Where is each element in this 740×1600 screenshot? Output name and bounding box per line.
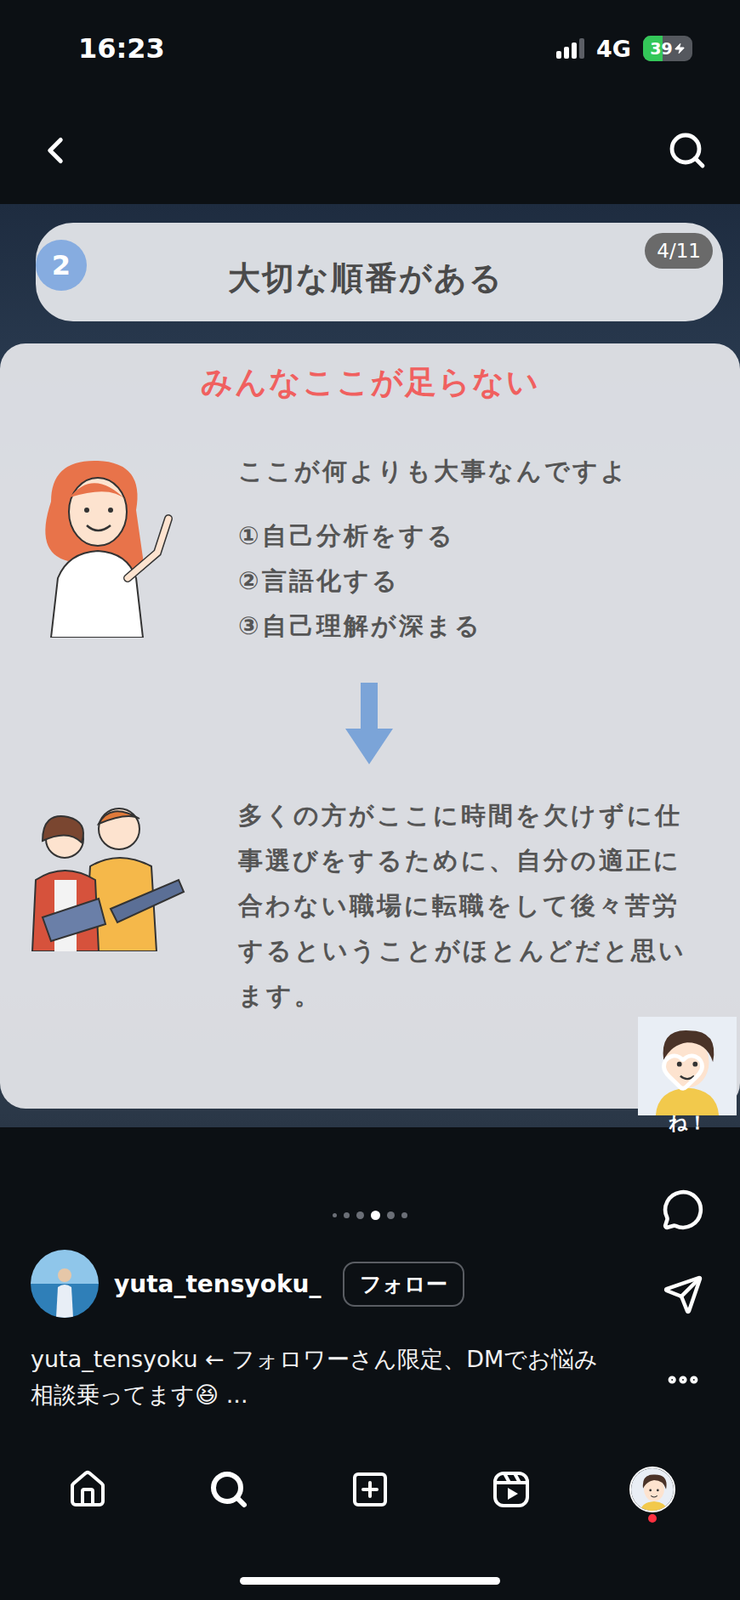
- body-text: 多くの方がここに時間を欠けずに仕事選びをするために、自分の適正に合わない職場に転…: [238, 764, 740, 1019]
- post-caption[interactable]: yuta_tensyoku ← フォロワーさん限定、DMでお悩み相談乗ってます😆…: [0, 1342, 740, 1414]
- down-arrow-icon: [345, 683, 393, 765]
- create-tab[interactable]: [331, 1451, 409, 1529]
- illustration-column: [0, 403, 239, 642]
- carousel-dots: [0, 1209, 740, 1222]
- top-nav: [0, 96, 740, 205]
- carousel-dot[interactable]: [401, 1212, 408, 1219]
- slide-title-bar: 2大切な順番がある4/11: [35, 222, 723, 322]
- more-button[interactable]: [644, 1337, 722, 1424]
- step-item: ③自己理解が深まる: [238, 603, 715, 649]
- battery-icon: 39: [643, 35, 693, 62]
- sticker-text: ね！: [668, 1110, 707, 1137]
- slide-heading: みんなここが足らない: [0, 362, 740, 404]
- slide-counter: 4/11: [644, 233, 713, 269]
- back-chevron-icon: [34, 129, 77, 172]
- home-indicator: [239, 1577, 501, 1586]
- body-section: 多くの方がここに時間を欠けずに仕事選びをするために、自分の適正に合わない職場に転…: [0, 764, 740, 1019]
- like-button[interactable]: [644, 1029, 722, 1115]
- home-indicator-area: [0, 1536, 740, 1600]
- status-indicators: 4G 39: [556, 35, 693, 63]
- signal-bar: [563, 46, 570, 59]
- battery-label: 39: [643, 35, 693, 62]
- more-icon: [664, 1361, 702, 1400]
- pointing-woman-illustration: [17, 450, 188, 638]
- carousel-dot[interactable]: [356, 1212, 365, 1220]
- search-tab[interactable]: [190, 1451, 268, 1529]
- status-bar: 16:23 4G 39: [0, 0, 740, 97]
- user-avatar-photo: [30, 1250, 99, 1319]
- step-item: ②言語化する: [238, 558, 715, 604]
- reels-tab[interactable]: [472, 1451, 550, 1529]
- step-list: ①自己分析をする②言語化する③自己理解が深まる: [238, 513, 715, 649]
- step-number: 2: [35, 239, 87, 291]
- slide-intro: ここが何よりも大事なんですよ: [238, 450, 715, 492]
- couple-laptop-illustration: [17, 798, 196, 952]
- steps-text: ここが何よりも大事なんですよ ①自己分析をする②言語化する③自己理解が深まる: [238, 403, 740, 765]
- arrow: [345, 683, 393, 765]
- illustration-column: [0, 764, 239, 956]
- back-button[interactable]: [30, 125, 80, 176]
- username[interactable]: yuta_tensyoku_: [113, 1270, 321, 1299]
- search-button[interactable]: [663, 126, 712, 175]
- bottom-nav: [0, 1444, 740, 1537]
- carousel-dot[interactable]: [370, 1211, 381, 1221]
- signal-bar: [579, 38, 585, 59]
- reels-icon: [490, 1469, 532, 1511]
- post-actions: [644, 1029, 722, 1424]
- post-image[interactable]: 2大切な順番がある4/11 みんなここが足らないここが何よりも大事なんですよ ①自己…: [0, 204, 740, 1128]
- profile-avatar: [629, 1467, 676, 1514]
- signal-bar: [571, 42, 577, 59]
- profile-avatar-icon: [631, 1468, 676, 1514]
- share-button[interactable]: [644, 1252, 722, 1338]
- comment-button[interactable]: [644, 1167, 722, 1253]
- user-avatar[interactable]: [30, 1250, 99, 1319]
- signal-icon: [556, 38, 585, 59]
- post-author-row: yuta_tensyoku_ フォロー: [0, 1250, 740, 1319]
- step-item: ①自己分析をする: [238, 513, 715, 559]
- home-icon: [67, 1469, 109, 1511]
- network-label: 4G: [596, 35, 632, 63]
- follow-button[interactable]: フォロー: [342, 1262, 465, 1308]
- home-tab[interactable]: [49, 1451, 126, 1529]
- paper-plane-icon: [662, 1275, 704, 1316]
- steps-section: ここが何よりも大事なんですよ ①自己分析をする②言語化する③自己理解が深まる: [0, 403, 740, 765]
- slide-body: 多くの方がここに時間を欠けずに仕事選びをするために、自分の適正に合わない職場に転…: [238, 793, 698, 1019]
- carousel-dot[interactable]: [343, 1212, 350, 1219]
- slide-title: 大切な順番がある: [86, 244, 645, 301]
- carousel-dot[interactable]: [332, 1213, 337, 1219]
- status-time: 16:23: [78, 32, 166, 65]
- carousel-dot[interactable]: [387, 1212, 395, 1220]
- search-icon: [208, 1469, 250, 1511]
- notification-dot: [648, 1514, 657, 1524]
- profile-tab[interactable]: [614, 1451, 691, 1529]
- slide-card: みんなここが足らないここが何よりも大事なんですよ ①自己分析をする②言語化する③自…: [0, 343, 740, 1110]
- instagram-post-screen: 16:234G392大切な順番がある4/11みんなここが足らないここが何よりも大…: [0, 0, 740, 1600]
- signal-bar: [556, 51, 562, 59]
- heart-icon: [660, 1048, 706, 1095]
- create-icon: [349, 1469, 391, 1511]
- charging-icon: [673, 42, 686, 55]
- search-icon: [666, 130, 708, 171]
- comment-icon: [661, 1189, 705, 1232]
